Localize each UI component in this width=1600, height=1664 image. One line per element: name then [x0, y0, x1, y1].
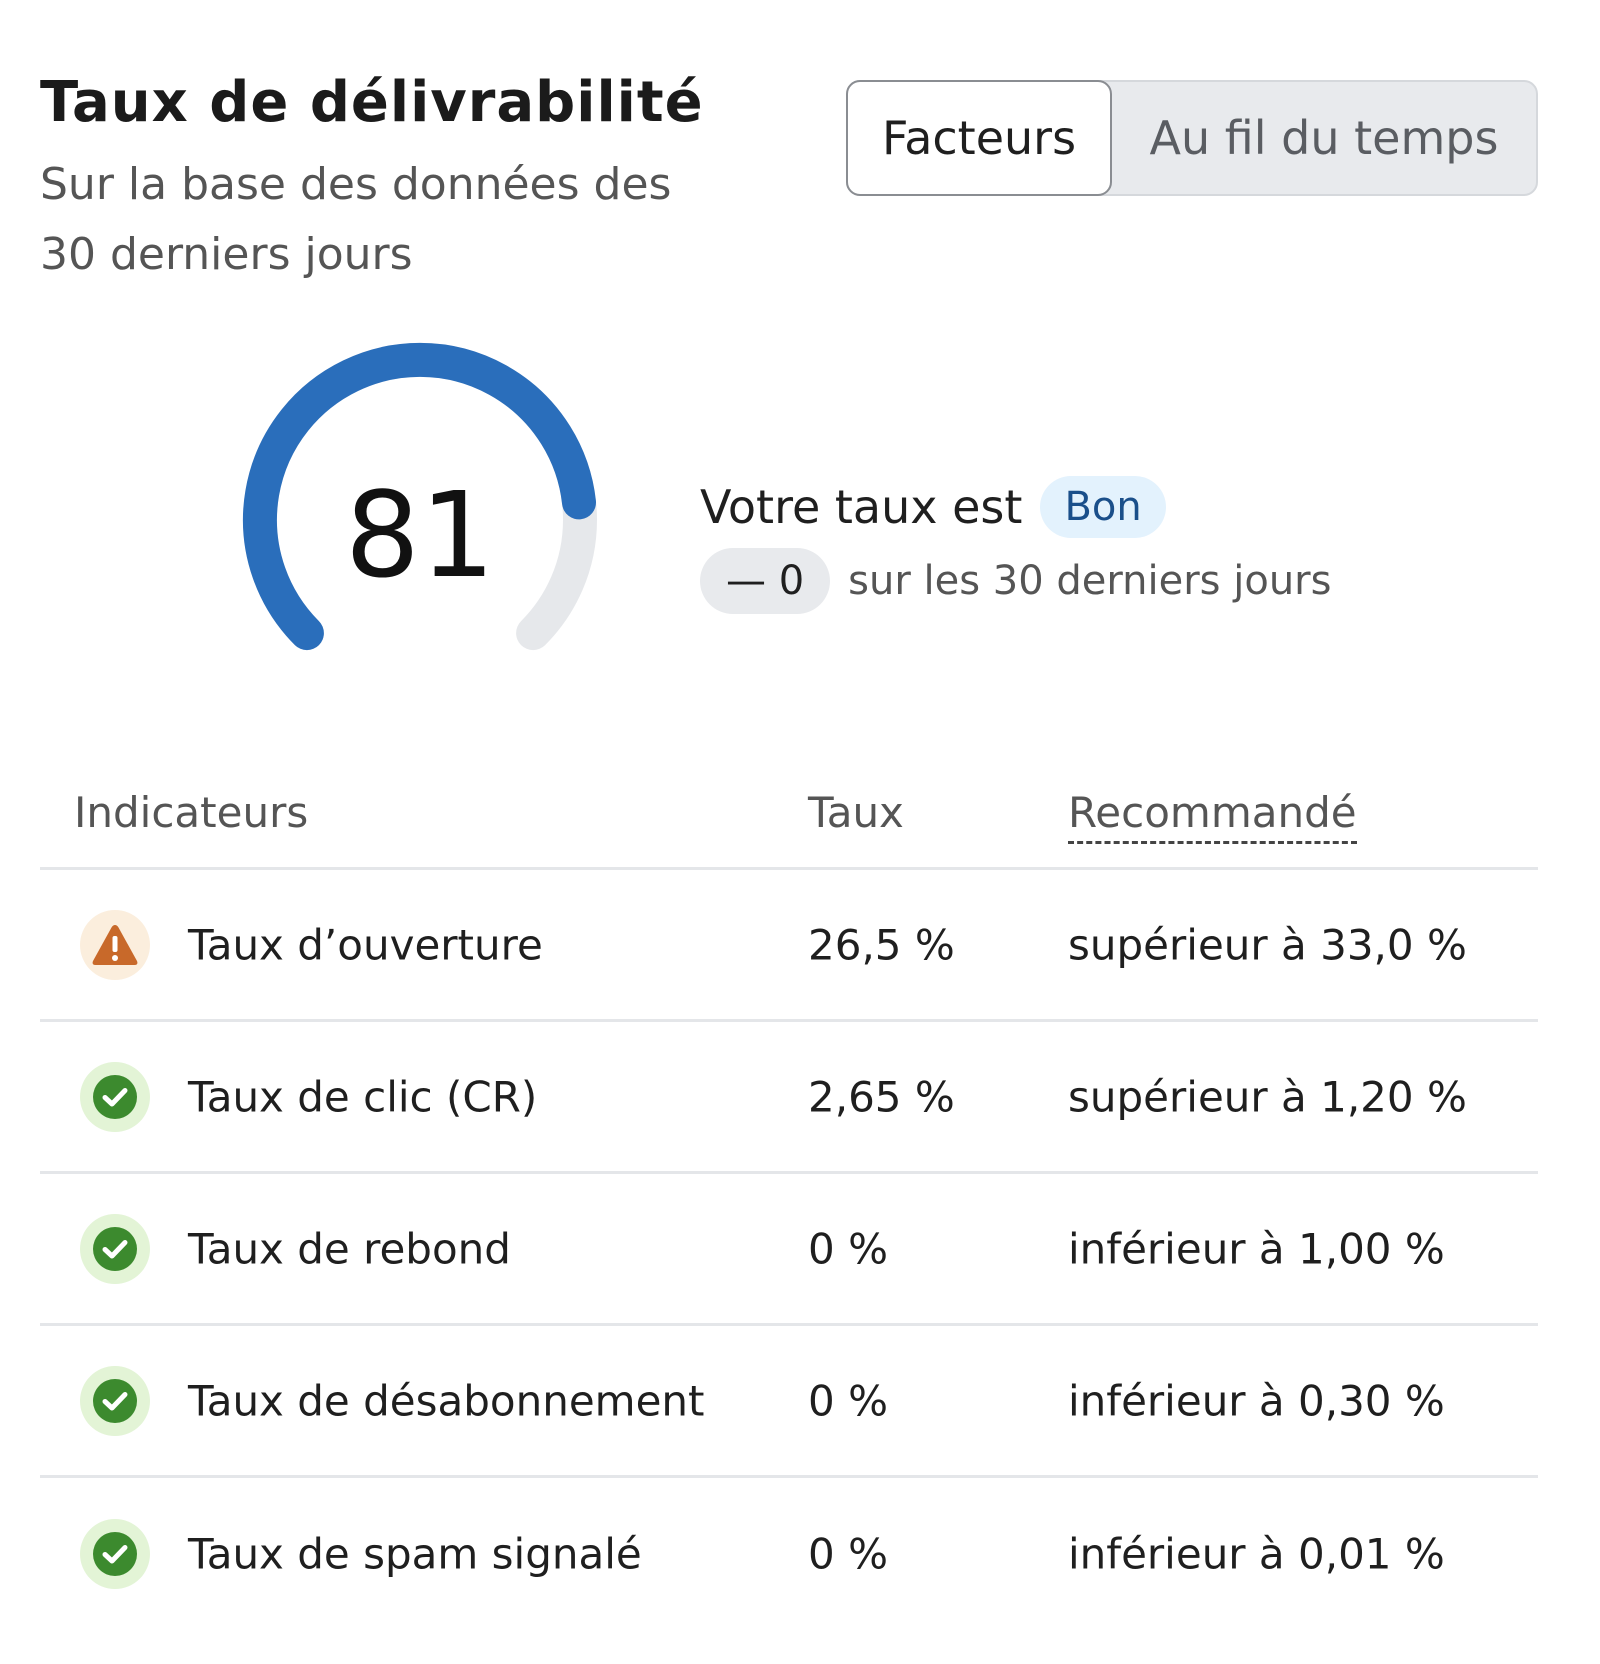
view-toggle: Facteurs Au fil du temps — [846, 80, 1538, 196]
indicator-recommended: inférieur à 0,30 % — [1068, 1376, 1445, 1425]
indicator-rate: 2,65 % — [808, 1072, 955, 1121]
check-circle-icon — [80, 1365, 150, 1436]
score-change: — 0 sur les 30 derniers jours — [700, 548, 1331, 614]
toggle-facteurs-button[interactable]: Facteurs — [846, 80, 1112, 196]
deliverability-card: Taux de délivrabilité Sur la base des do… — [0, 0, 1600, 1664]
indicator-name: Taux de clic (CR) — [188, 1072, 538, 1121]
table-row: Taux de désabonnement 0 % inférieur à 0,… — [40, 1326, 1538, 1478]
score-value: 81 — [344, 466, 496, 604]
check-circle-icon — [80, 1061, 150, 1132]
check-circle-icon — [80, 1213, 150, 1284]
page-subtitle: Sur la base des données des 30 derniers … — [40, 159, 672, 280]
page-title: Taux de délivrabilité — [40, 70, 704, 135]
warning-icon — [80, 909, 150, 980]
indicator-rate: 0 % — [808, 1529, 888, 1579]
status-prefix: Votre taux est — [700, 480, 1023, 534]
table-body: Taux d’ouverture 26,5 % supérieur à 33,0… — [40, 870, 1538, 1630]
indicator-rate: 0 % — [808, 1376, 888, 1425]
indicator-name: Taux de désabonnement — [188, 1376, 705, 1425]
indicator-name: Taux de spam signalé — [188, 1529, 642, 1579]
indicator-rate: 0 % — [808, 1224, 888, 1273]
table-header: Indicateurs Taux Recommandé — [40, 780, 1538, 870]
table-row: Taux d’ouverture 26,5 % supérieur à 33,0… — [40, 870, 1538, 1022]
column-header-recommended[interactable]: Recommandé — [1068, 788, 1357, 844]
change-period: sur les 30 derniers jours — [848, 558, 1332, 604]
table-row: Taux de spam signalé 0 % inférieur à 0,0… — [40, 1478, 1538, 1630]
table-row: Taux de clic (CR) 2,65 % supérieur à 1,2… — [40, 1022, 1538, 1174]
score-status: Votre taux est Bon — [700, 476, 1166, 538]
indicator-recommended: supérieur à 33,0 % — [1068, 920, 1467, 969]
column-header-rate: Taux — [808, 788, 904, 837]
indicator-name: Taux d’ouverture — [188, 920, 543, 969]
check-circle-icon — [80, 1519, 150, 1589]
indicator-recommended: inférieur à 0,01 % — [1068, 1529, 1445, 1579]
status-badge: Bon — [1040, 476, 1166, 538]
indicator-rate: 26,5 % — [808, 920, 955, 969]
table-row: Taux de rebond 0 % inférieur à 1,00 % — [40, 1174, 1538, 1326]
change-pill: — 0 — [700, 548, 831, 614]
indicator-recommended: supérieur à 1,20 % — [1068, 1072, 1467, 1121]
indicator-name: Taux de rebond — [188, 1224, 511, 1273]
toggle-over-time-button[interactable]: Au fil du temps — [1112, 82, 1536, 194]
indicators-table: Indicateurs Taux Recommandé Taux d’ouver… — [40, 780, 1538, 1630]
column-header-indicators: Indicateurs — [74, 788, 309, 837]
indicator-recommended: inférieur à 1,00 % — [1068, 1224, 1445, 1273]
